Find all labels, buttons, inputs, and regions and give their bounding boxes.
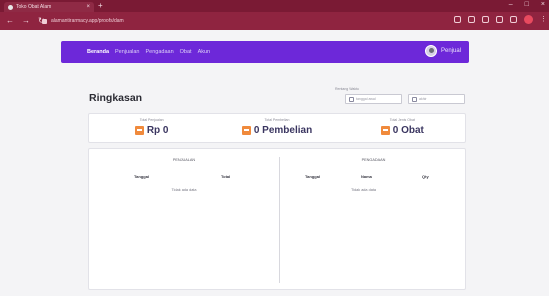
- profile-icon[interactable]: [524, 15, 533, 24]
- stats-card: Total Penjualan Rp 0 Total Pembelian 0 P…: [88, 113, 466, 143]
- user-name: Penjual: [440, 48, 461, 54]
- browser-tab[interactable]: Toko Obat Alam ×: [4, 2, 94, 12]
- window-controls: – □ ×: [509, 1, 545, 8]
- address-bar-row: ← → ↻ alamantirarmacy.app/proofs/dam ⋮: [0, 12, 549, 30]
- nav-item-obat[interactable]: Obat: [180, 49, 192, 55]
- calendar-icon: [412, 96, 417, 102]
- sales-table-title: PENJUALAN: [172, 158, 196, 162]
- stat-value-row: 0 Obat: [340, 125, 465, 136]
- end-date-placeholder: akhir: [419, 97, 427, 101]
- nav-item-pengadaan[interactable]: Pengadaan: [145, 49, 173, 55]
- start-date-input[interactable]: tanggal awal: [345, 94, 402, 104]
- maximize-icon[interactable]: □: [525, 1, 529, 8]
- procurement-table-title: PENGADAAN: [361, 158, 386, 162]
- date-filter-label: Rentang Waktu: [335, 87, 359, 91]
- app-navbar: Beranda Penjualan Pengadaan Obat Akun Pe…: [61, 41, 469, 63]
- url-field[interactable]: alamantirarmacy.app/proofs/dam: [42, 16, 322, 26]
- stat-value: Rp 0: [146, 125, 169, 136]
- cart-icon: [241, 126, 251, 135]
- navigation-buttons: ← → ↻: [6, 16, 45, 25]
- stat-label: Total Jenis Obat: [389, 118, 415, 122]
- lock-icon: [42, 18, 47, 24]
- nav-item-beranda[interactable]: Beranda: [87, 49, 109, 55]
- stat-label: Total Pembelian: [264, 118, 290, 122]
- calendar-icon: [349, 96, 354, 102]
- back-icon[interactable]: ←: [6, 16, 14, 25]
- sidebar-icon[interactable]: [510, 16, 517, 23]
- stat-total-medicine: Total Jenis Obat 0 Obat: [340, 114, 465, 142]
- zoom-icon[interactable]: [468, 16, 475, 23]
- stat-value-row: 0 Pembelian: [214, 125, 339, 136]
- new-tab-icon[interactable]: +: [98, 1, 103, 10]
- stat-value-row: Rp 0: [89, 125, 214, 136]
- stat-value: 0 Pembelian: [253, 125, 313, 136]
- avatar[interactable]: [424, 45, 437, 57]
- procurement-col-date[interactable]: Tanggal: [305, 174, 320, 179]
- url-text: alamantirarmacy.app/proofs/dam: [51, 18, 124, 24]
- browser-tab-bar: Toko Obat Alam × + – □ ×: [0, 0, 549, 12]
- stat-value: 0 Obat: [392, 125, 424, 136]
- nav-menu: Beranda Penjualan Pengadaan Obat Akun: [87, 41, 210, 63]
- end-date-input[interactable]: akhir: [408, 94, 465, 104]
- procurement-col-qty[interactable]: Qty: [422, 174, 429, 179]
- menu-icon[interactable]: ⋮: [540, 16, 547, 24]
- minimize-icon[interactable]: –: [509, 1, 513, 8]
- sales-col-total[interactable]: Total: [221, 174, 230, 179]
- star-icon[interactable]: [496, 16, 503, 23]
- procurement-empty-message: Tidak ada data: [351, 188, 376, 192]
- stat-total-sales: Total Penjualan Rp 0: [89, 114, 214, 142]
- close-tab-icon[interactable]: ×: [86, 4, 90, 10]
- table-divider: [279, 157, 280, 283]
- user-menu[interactable]: Penjual: [424, 45, 461, 57]
- browser-tab-title: Toko Obat Alam: [16, 4, 52, 10]
- sales-col-date[interactable]: Tanggal: [134, 174, 149, 179]
- stat-total-purchases: Total Pembelian 0 Pembelian: [214, 114, 339, 142]
- page-title: Ringkasan: [89, 92, 143, 104]
- share-icon[interactable]: [482, 16, 489, 23]
- browser-toolbar: ⋮: [454, 15, 547, 24]
- forward-icon[interactable]: →: [22, 16, 30, 25]
- start-date-placeholder: tanggal awal: [356, 97, 376, 101]
- close-window-icon[interactable]: ×: [541, 1, 545, 8]
- procurement-col-name[interactable]: Nama: [361, 174, 372, 179]
- nav-item-penjualan[interactable]: Penjualan: [115, 49, 139, 55]
- pill-icon: [380, 126, 390, 135]
- stat-label: Total Penjualan: [139, 118, 164, 122]
- tables-card: PENJUALAN Tanggal Total Tidak ada data P…: [88, 148, 466, 290]
- key-icon[interactable]: [454, 16, 461, 23]
- money-icon: [134, 126, 144, 135]
- favicon-icon: [8, 4, 13, 10]
- nav-item-akun[interactable]: Akun: [198, 49, 211, 55]
- sales-empty-message: Tidak ada data: [171, 188, 197, 192]
